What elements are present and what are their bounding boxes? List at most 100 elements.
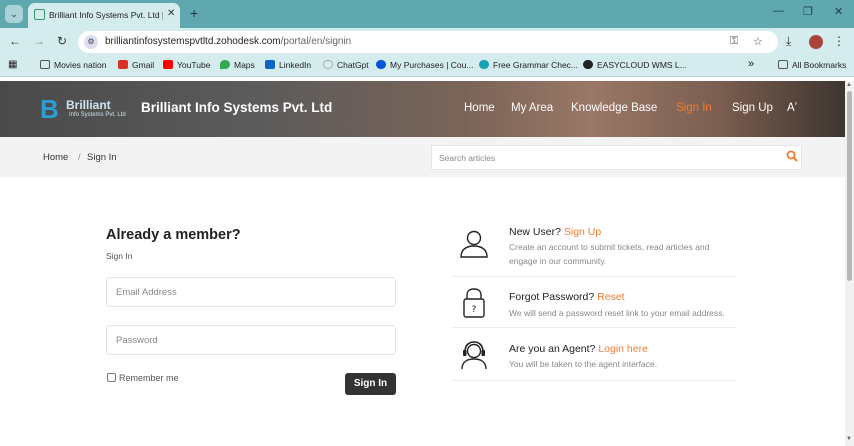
tab-close-icon[interactable]: ✕ bbox=[167, 8, 175, 19]
more-bookmarks-icon[interactable]: » bbox=[748, 58, 754, 70]
search-icon[interactable] bbox=[786, 150, 798, 162]
password-placeholder: Password bbox=[116, 335, 158, 346]
linkedin-icon bbox=[265, 60, 275, 69]
bookmark-label: Maps bbox=[234, 60, 255, 70]
download-icon[interactable]: ⤓ bbox=[786, 34, 791, 49]
chatgpt-icon bbox=[323, 60, 333, 69]
new-user-description: Create an account to submit tickets, rea… bbox=[509, 242, 710, 266]
bookmark-label: Movies nation bbox=[54, 60, 107, 70]
logo-text: Brilliant bbox=[66, 98, 111, 112]
bookmark-label: ChatGpt bbox=[337, 60, 369, 70]
browser-tab[interactable]: Brilliant Info Systems Pvt. Ltd | S ✕ bbox=[28, 3, 180, 28]
address-bar-row: ← → ↻ ⚙ brilliantinfosystemspvtltd.zohod… bbox=[0, 28, 854, 56]
logo-mark[interactable]: B bbox=[40, 96, 66, 122]
search-input[interactable]: Search articles bbox=[431, 145, 802, 170]
nav-home[interactable]: Home bbox=[464, 102, 495, 114]
password-field[interactable]: Password bbox=[106, 325, 396, 355]
headset-icon bbox=[461, 341, 487, 370]
site-header: B Brilliant Info Systems Pvt. Ltd Brilli… bbox=[0, 81, 845, 137]
bookmark-label: EASYCLOUD WMS L... bbox=[597, 60, 687, 70]
profile-avatar[interactable] bbox=[809, 35, 823, 49]
sign-in-button[interactable]: Sign In bbox=[345, 373, 396, 395]
forgot-password-description: We will send a password reset link to yo… bbox=[509, 308, 725, 318]
all-bookmarks[interactable]: All Bookmarks bbox=[778, 60, 846, 70]
folder-icon bbox=[778, 60, 788, 69]
tab-title: Brilliant Info Systems Pvt. Ltd | S bbox=[49, 10, 163, 20]
folder-icon bbox=[40, 60, 50, 69]
bookmark-label: LinkedIn bbox=[279, 60, 312, 70]
window-close-button[interactable]: ✕ bbox=[834, 5, 843, 18]
forward-button[interactable]: → bbox=[33, 34, 45, 48]
nav-knowledge-base[interactable]: Knowledge Base bbox=[571, 102, 657, 114]
bookmark-item[interactable]: ChatGpt bbox=[323, 60, 369, 70]
coursera-icon bbox=[376, 60, 386, 69]
login-subtitle: Sign In bbox=[106, 251, 133, 261]
browser-tab-bar: ⌄ Brilliant Info Systems Pvt. Ltd | S ✕ … bbox=[0, 0, 854, 28]
svg-text:?: ? bbox=[472, 305, 477, 315]
bookmark-item[interactable]: My Purchases | Cou... bbox=[376, 60, 473, 70]
apps-grid-icon[interactable]: ▦ bbox=[8, 59, 17, 70]
new-tab-button[interactable]: + bbox=[190, 5, 198, 21]
maps-icon bbox=[220, 60, 230, 69]
breadcrumb-current: Sign In bbox=[87, 152, 117, 163]
reload-button[interactable]: ↻ bbox=[57, 34, 67, 48]
page-scrollbar[interactable]: ▲ ▼ bbox=[845, 81, 854, 446]
logo-subtext: Info Systems Pvt. Ltd bbox=[69, 112, 126, 118]
checkbox-box[interactable] bbox=[107, 373, 116, 382]
minimize-button[interactable]: — bbox=[773, 5, 784, 17]
agent-login-link[interactable]: Login here bbox=[598, 343, 648, 355]
browser-menu-icon[interactable]: ⋮ bbox=[833, 34, 845, 48]
url-input[interactable]: ⚙ brilliantinfosystemspvtltd.zohodesk.co… bbox=[78, 31, 778, 53]
email-field[interactable]: Email Address bbox=[106, 277, 396, 307]
font-size-toggle[interactable]: Aʼ bbox=[787, 102, 797, 114]
agent-title: Are you an Agent? Login here bbox=[509, 343, 648, 355]
remember-me-label: Remember me bbox=[119, 373, 179, 383]
bookmark-star-icon[interactable]: ☆ bbox=[753, 35, 763, 48]
scrollbar-thumb[interactable] bbox=[847, 91, 852, 281]
bookmark-label: Gmail bbox=[132, 60, 155, 70]
scroll-down-icon[interactable]: ▼ bbox=[846, 436, 852, 442]
remember-me-checkbox[interactable]: Remember me bbox=[107, 373, 179, 383]
agent-description: You will be taken to the agent interface… bbox=[509, 359, 658, 369]
forgot-password-title: Forgot Password? Reset bbox=[509, 291, 625, 303]
bookmark-label: Free Grammar Chec... bbox=[493, 60, 579, 70]
bookmark-item[interactable]: Maps bbox=[220, 60, 255, 70]
password-key-icon[interactable]: ⚿ bbox=[730, 35, 738, 48]
search-placeholder: Search articles bbox=[439, 153, 496, 163]
sign-up-link[interactable]: Sign Up bbox=[564, 226, 601, 238]
site-info-icon[interactable]: ⚙ bbox=[84, 35, 98, 49]
tab-list-button[interactable]: ⌄ bbox=[5, 5, 23, 23]
breadcrumb-separator: / bbox=[78, 152, 81, 163]
new-user-label: New User? bbox=[509, 226, 561, 238]
breadcrumb-bar: Home / Sign In Search articles bbox=[0, 137, 845, 177]
nav-sign-in[interactable]: Sign In bbox=[676, 102, 712, 114]
bookmark-item[interactable]: LinkedIn bbox=[265, 60, 311, 70]
bookmark-item[interactable]: Gmail bbox=[118, 60, 154, 70]
bookmarks-bar: ▦ Movies nation Gmail YouTube Maps Linke… bbox=[0, 56, 854, 77]
site-favicon-icon bbox=[34, 9, 45, 20]
bookmark-item[interactable]: Free Grammar Chec... bbox=[479, 60, 578, 70]
email-placeholder: Email Address bbox=[116, 287, 177, 298]
scroll-up-icon[interactable]: ▲ bbox=[846, 82, 852, 88]
nav-sign-up[interactable]: Sign Up bbox=[732, 102, 773, 114]
restore-button[interactable]: ❐ bbox=[803, 5, 813, 18]
reset-link[interactable]: Reset bbox=[597, 291, 624, 303]
bookmark-label: YouTube bbox=[177, 60, 211, 70]
url-text: brilliantinfosystemspvtltd.zohodesk.com/… bbox=[105, 36, 351, 47]
all-bookmarks-label: All Bookmarks bbox=[792, 60, 847, 70]
url-path: /portal/en/signin bbox=[280, 36, 352, 47]
bookmark-item[interactable]: Movies nation bbox=[40, 60, 106, 70]
new-user-title: New User? Sign Up bbox=[509, 226, 601, 238]
back-button[interactable]: ← bbox=[9, 34, 21, 48]
url-host: brilliantinfosystemspvtltd.zohodesk.com bbox=[105, 36, 281, 47]
bookmark-item[interactable]: YouTube bbox=[163, 60, 210, 70]
grammar-icon bbox=[479, 60, 489, 69]
gmail-icon bbox=[118, 60, 128, 69]
divider bbox=[452, 276, 737, 277]
breadcrumb-home[interactable]: Home bbox=[43, 152, 68, 163]
bookmark-label: My Purchases | Cou... bbox=[390, 60, 474, 70]
bookmark-item[interactable]: EASYCLOUD WMS L... bbox=[583, 60, 687, 70]
youtube-icon bbox=[163, 60, 173, 69]
brand-name[interactable]: Brilliant Info Systems Pvt. Ltd bbox=[141, 100, 332, 115]
nav-my-area[interactable]: My Area bbox=[511, 102, 553, 114]
